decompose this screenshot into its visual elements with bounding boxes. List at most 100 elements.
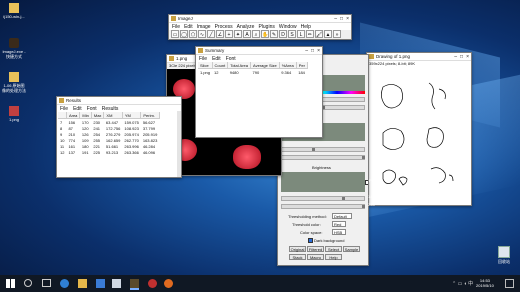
filtered-button[interactable]: Filtered	[307, 246, 324, 252]
minimize-icon[interactable]: –	[305, 48, 308, 54]
close-icon[interactable]: ×	[346, 16, 349, 22]
table-row[interactable]: 10 774 109 255 162.659 262.770 163.823	[58, 137, 159, 143]
bright-max-slider[interactable]	[281, 204, 365, 209]
table-cell: 137	[68, 149, 76, 155]
summary-menu-font[interactable]: Font	[226, 56, 236, 62]
close-icon[interactable]: ×	[466, 54, 469, 60]
table-row[interactable]: 11 161 180 221 51.661 263.996 46.284	[58, 143, 159, 149]
clock[interactable]: 14:53 2019/5/10	[476, 278, 494, 288]
table-row[interactable]: 9 210 126 254 276.279 205.974 205.919	[58, 131, 159, 137]
results-menu-results[interactable]: Results	[102, 106, 119, 112]
rectangle-tool-icon[interactable]: ▭	[171, 30, 179, 38]
summary-window[interactable]: Summary – □ × File Edit Font Slice Count T…	[195, 46, 323, 138]
table-cell: 225	[93, 149, 101, 155]
results-window[interactable]: Results File Edit Font Results Area Min …	[56, 96, 182, 178]
table-row[interactable]: 1.png 12 9480 790 9.364 184	[198, 69, 307, 76]
lut-tool-icon[interactable]: L	[297, 30, 305, 38]
results-menu-font[interactable]: Font	[87, 106, 97, 112]
menu-edit[interactable]: Edit	[184, 24, 193, 30]
imagej-titlebar[interactable]: ImageJ – □ ×	[169, 15, 351, 23]
table-cell: 262.770	[124, 137, 139, 143]
imagej-main-window[interactable]: ImageJ – □ × File Edit Image Process Analy…	[168, 14, 352, 40]
tool-taskbar-icon[interactable]	[148, 279, 157, 288]
menu-analyze[interactable]: Analyze	[237, 24, 255, 30]
edge-browser-icon[interactable]	[60, 279, 69, 288]
search-icon[interactable]	[24, 279, 32, 287]
text-tool-icon[interactable]: A	[243, 30, 251, 38]
more-tools-icon[interactable]: »	[333, 30, 341, 38]
results-menu-edit[interactable]: Edit	[73, 106, 82, 112]
flood-tool-icon[interactable]: ▲	[324, 30, 332, 38]
windows-start-icon[interactable]	[6, 279, 15, 288]
point-tool-icon[interactable]: +	[225, 30, 233, 38]
desktop-icon-folder-06[interactable]: 1-06 原始图像的处理方法	[2, 72, 26, 93]
threshold-method-select[interactable]: Default	[332, 213, 352, 219]
table-row[interactable]: 12 137 191 225 93.213 263.366 46.096	[58, 149, 159, 155]
original-button[interactable]: Original	[289, 246, 306, 252]
summary-menu-file[interactable]: File	[199, 56, 207, 62]
sample-button[interactable]: Sample	[343, 246, 360, 252]
color-space-select[interactable]: HSB	[332, 229, 346, 235]
summary-titlebar[interactable]: Summary – □ ×	[196, 47, 322, 55]
folder-icon	[9, 3, 19, 13]
minimize-icon[interactable]: –	[334, 16, 337, 22]
close-icon[interactable]: ×	[317, 48, 320, 54]
dev-tool-icon[interactable]: D	[279, 30, 287, 38]
menu-file[interactable]: File	[172, 24, 180, 30]
sat-max-slider[interactable]	[281, 155, 365, 160]
line-tool-icon[interactable]: ╱	[207, 30, 215, 38]
threshold-color-select[interactable]: Red	[332, 221, 346, 227]
notification-icon[interactable]	[505, 279, 514, 288]
help-button[interactable]: Help	[325, 254, 342, 260]
desktop-icon-ij-folder[interactable]: ij150-win-j...	[2, 3, 26, 19]
zoom-tool-icon[interactable]: ⌕	[252, 30, 260, 38]
app-taskbar-icon[interactable]	[164, 279, 173, 288]
menu-help[interactable]: Help	[301, 24, 311, 30]
results-titlebar[interactable]: Results	[57, 97, 181, 105]
drawing-titlebar[interactable]: Drawing of 1.png – □ ×	[367, 53, 471, 61]
maximize-icon[interactable]: □	[460, 54, 463, 60]
table-cell: 1.png	[200, 69, 211, 75]
angle-tool-icon[interactable]: ∠	[216, 30, 224, 38]
imagej-icon	[169, 56, 174, 61]
menu-plugins[interactable]: Plugins	[258, 24, 274, 30]
minimize-icon[interactable]: –	[454, 54, 457, 60]
desktop-icon-1-png[interactable]: 1.png	[2, 106, 26, 122]
task-view-icon[interactable]	[42, 279, 51, 287]
menu-window[interactable]: Window	[279, 24, 297, 30]
oval-tool-icon[interactable]: ◯	[180, 30, 188, 38]
select-button[interactable]: Select	[325, 246, 342, 252]
mail-icon[interactable]	[112, 279, 121, 288]
dark-background-checkbox[interactable]: Dark background	[308, 238, 344, 244]
stk-tool-icon[interactable]: S	[288, 30, 296, 38]
results-menu-file[interactable]: File	[60, 106, 68, 112]
imagej-icon	[59, 98, 64, 103]
desktop-icon-imagej-shortcut[interactable]: ImageJ.exe - 快捷方式	[2, 38, 26, 59]
menu-process[interactable]: Process	[215, 24, 233, 30]
store-icon[interactable]	[96, 279, 105, 288]
results-scrollbar[interactable]	[177, 111, 181, 177]
file-explorer-icon[interactable]	[78, 279, 87, 288]
bright-min-slider[interactable]	[281, 196, 365, 201]
imagej-taskbar-icon[interactable]	[130, 279, 139, 290]
hand-tool-icon[interactable]: ✋	[261, 30, 269, 38]
wand-tool-icon[interactable]: ✦	[234, 30, 242, 38]
sat-min-slider[interactable]	[281, 147, 365, 152]
table-cell: 9.364	[281, 69, 292, 75]
dropper-tool-icon[interactable]: ✎	[270, 30, 278, 38]
table-row[interactable]: 7 156 170 230 63.447 159.075 56.627	[58, 119, 159, 126]
macro-button[interactable]: Macro	[307, 254, 324, 260]
maximize-icon[interactable]: □	[311, 48, 314, 54]
menu-image[interactable]: Image	[197, 24, 211, 30]
maximize-icon[interactable]: □	[340, 16, 343, 22]
stack-button[interactable]: Stack	[289, 254, 306, 260]
drawing-canvas[interactable]	[369, 69, 469, 201]
polygon-tool-icon[interactable]: ⬠	[189, 30, 197, 38]
desktop-icon-recycle-bin[interactable]: 回收站	[492, 246, 516, 264]
results-table: Area Min Max XM YM Perim. 7 156 170 230 63.4…	[58, 112, 160, 155]
summary-menu-edit[interactable]: Edit	[212, 56, 221, 62]
freehand-tool-icon[interactable]: ∿	[198, 30, 206, 38]
pencil-tool-icon[interactable]: ✏	[306, 30, 314, 38]
brush-tool-icon[interactable]: 🖌	[315, 30, 323, 38]
drawing-window[interactable]: Drawing of 1.png – □ × 359x224 pixels; 8-b…	[366, 52, 472, 206]
